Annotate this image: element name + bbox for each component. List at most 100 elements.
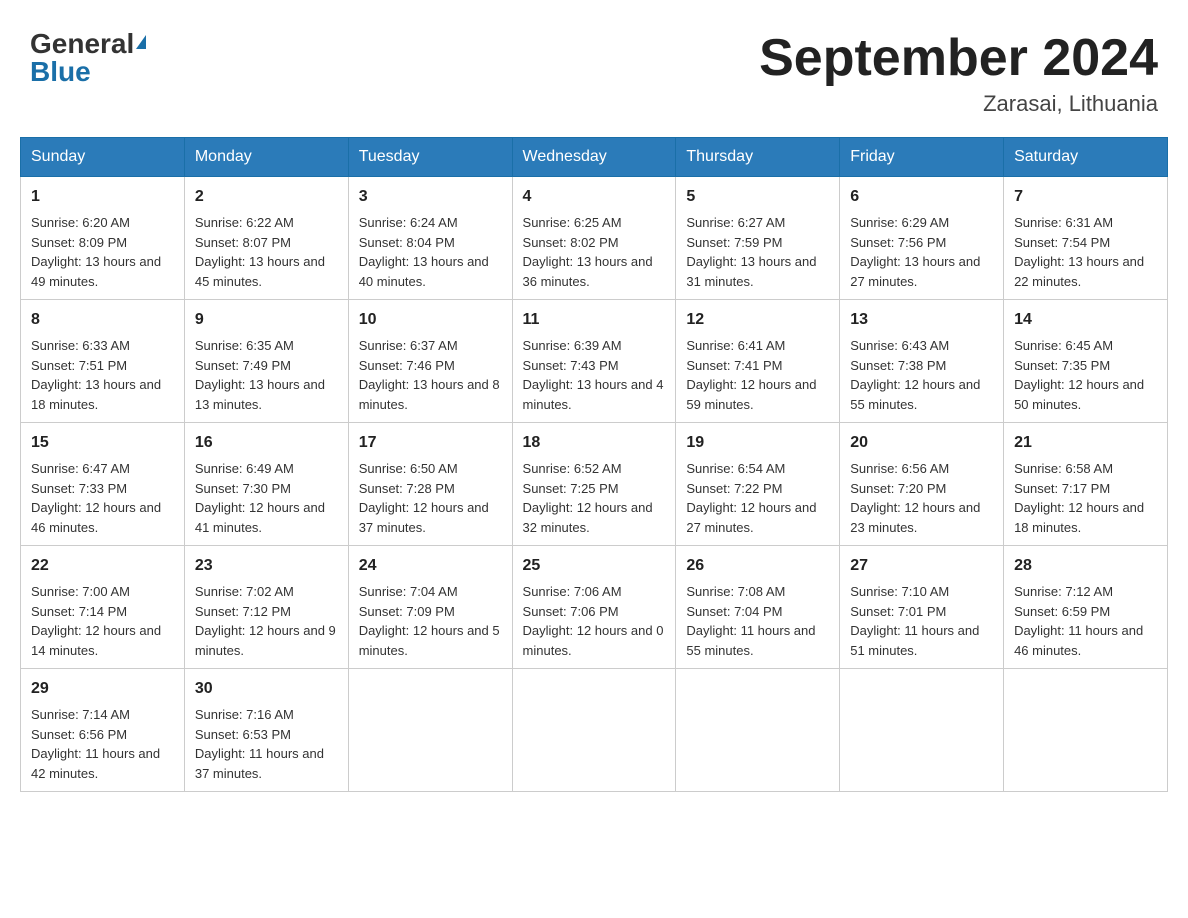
calendar-cell: 28 Sunrise: 7:12 AMSunset: 6:59 PMDayligh… xyxy=(1004,546,1168,669)
calendar-cell: 19 Sunrise: 6:54 AMSunset: 7:22 PMDayligh… xyxy=(676,423,840,546)
day-number: 4 xyxy=(523,185,666,209)
calendar-cell: 18Sunrise: 6:52 AMSunset: 7:25 PMDayligh… xyxy=(512,423,676,546)
day-number: 5 xyxy=(686,185,829,209)
day-number: 21 xyxy=(1014,431,1157,455)
day-number: 2 xyxy=(195,185,338,209)
weekday-header-friday: Friday xyxy=(840,138,1004,177)
calendar-cell: 20 Sunrise: 6:56 AMSunset: 7:20 PMDayligh… xyxy=(840,423,1004,546)
calendar-cell: 25Sunrise: 7:06 AMSunset: 7:06 PMDayligh… xyxy=(512,546,676,669)
calendar-cell: 15 Sunrise: 6:47 AMSunset: 7:33 PMDayligh… xyxy=(21,423,185,546)
cell-content: Sunrise: 6:45 AMSunset: 7:35 PMDaylight:… xyxy=(1014,336,1157,414)
cell-content: Sunrise: 7:04 AMSunset: 7:09 PMDaylight:… xyxy=(359,582,502,660)
calendar-cell: 16 Sunrise: 6:49 AMSunset: 7:30 PMDayligh… xyxy=(184,423,348,546)
day-number: 23 xyxy=(195,554,338,578)
day-number: 28 xyxy=(1014,554,1157,578)
weekday-header-sunday: Sunday xyxy=(21,138,185,177)
calendar-cell xyxy=(512,669,676,792)
calendar-cell xyxy=(1004,669,1168,792)
weekday-header-saturday: Saturday xyxy=(1004,138,1168,177)
calendar-cell: 4 Sunrise: 6:25 AMSunset: 8:02 PMDaylight… xyxy=(512,177,676,300)
logo-triangle-icon xyxy=(136,35,146,49)
day-number: 24 xyxy=(359,554,502,578)
cell-content: Sunrise: 6:25 AMSunset: 8:02 PMDaylight:… xyxy=(523,213,666,291)
day-number: 8 xyxy=(31,308,174,332)
calendar-cell: 1 Sunrise: 6:20 AMSunset: 8:09 PMDaylight… xyxy=(21,177,185,300)
cell-content: Sunrise: 6:52 AMSunset: 7:25 PMDaylight:… xyxy=(523,459,666,537)
calendar-cell: 7 Sunrise: 6:31 AMSunset: 7:54 PMDaylight… xyxy=(1004,177,1168,300)
cell-content: Sunrise: 6:50 AMSunset: 7:28 PMDaylight:… xyxy=(359,459,502,537)
cell-content: Sunrise: 6:41 AMSunset: 7:41 PMDaylight:… xyxy=(686,336,829,414)
cell-content: Sunrise: 6:37 AMSunset: 7:46 PMDaylight:… xyxy=(359,336,502,414)
day-number: 20 xyxy=(850,431,993,455)
day-number: 12 xyxy=(686,308,829,332)
day-number: 3 xyxy=(359,185,502,209)
logo: General Blue xyxy=(30,30,146,86)
day-number: 7 xyxy=(1014,185,1157,209)
calendar-cell: 22Sunrise: 7:00 AMSunset: 7:14 PMDayligh… xyxy=(21,546,185,669)
cell-content: Sunrise: 6:56 AMSunset: 7:20 PMDaylight:… xyxy=(850,459,993,537)
calendar-week-row: 8 Sunrise: 6:33 AMSunset: 7:51 PMDaylight… xyxy=(21,300,1168,423)
calendar-cell xyxy=(676,669,840,792)
logo-blue-text: Blue xyxy=(30,58,91,86)
day-number: 16 xyxy=(195,431,338,455)
cell-content: Sunrise: 6:39 AMSunset: 7:43 PMDaylight:… xyxy=(523,336,666,414)
calendar-cell: 11 Sunrise: 6:39 AMSunset: 7:43 PMDayligh… xyxy=(512,300,676,423)
day-number: 11 xyxy=(523,308,666,332)
calendar-cell: 30 Sunrise: 7:16 AMSunset: 6:53 PMDayligh… xyxy=(184,669,348,792)
cell-content: Sunrise: 6:29 AMSunset: 7:56 PMDaylight:… xyxy=(850,213,993,291)
day-number: 27 xyxy=(850,554,993,578)
cell-content: Sunrise: 6:31 AMSunset: 7:54 PMDaylight:… xyxy=(1014,213,1157,291)
calendar-cell xyxy=(348,669,512,792)
day-number: 13 xyxy=(850,308,993,332)
weekday-header-monday: Monday xyxy=(184,138,348,177)
calendar-cell: 21 Sunrise: 6:58 AMSunset: 7:17 PMDayligh… xyxy=(1004,423,1168,546)
day-number: 30 xyxy=(195,677,338,701)
cell-content: Sunrise: 6:22 AMSunset: 8:07 PMDaylight:… xyxy=(195,213,338,291)
calendar-cell: 2 Sunrise: 6:22 AMSunset: 8:07 PMDaylight… xyxy=(184,177,348,300)
day-number: 26 xyxy=(686,554,829,578)
cell-content: Sunrise: 6:43 AMSunset: 7:38 PMDaylight:… xyxy=(850,336,993,414)
calendar-cell xyxy=(840,669,1004,792)
calendar-week-row: 22Sunrise: 7:00 AMSunset: 7:14 PMDayligh… xyxy=(21,546,1168,669)
cell-content: Sunrise: 7:06 AMSunset: 7:06 PMDaylight:… xyxy=(523,582,666,660)
calendar-table: SundayMondayTuesdayWednesdayThursdayFrid… xyxy=(20,137,1168,792)
calendar-cell: 29 Sunrise: 7:14 AMSunset: 6:56 PMDayligh… xyxy=(21,669,185,792)
location: Zarasai, Lithuania xyxy=(759,91,1158,117)
calendar-cell: 9 Sunrise: 6:35 AMSunset: 7:49 PMDaylight… xyxy=(184,300,348,423)
day-number: 15 xyxy=(31,431,174,455)
cell-content: Sunrise: 6:58 AMSunset: 7:17 PMDaylight:… xyxy=(1014,459,1157,537)
day-number: 29 xyxy=(31,677,174,701)
cell-content: Sunrise: 7:14 AMSunset: 6:56 PMDaylight:… xyxy=(31,705,174,783)
cell-content: Sunrise: 7:12 AMSunset: 6:59 PMDaylight:… xyxy=(1014,582,1157,660)
day-number: 10 xyxy=(359,308,502,332)
calendar-cell: 27 Sunrise: 7:10 AMSunset: 7:01 PMDayligh… xyxy=(840,546,1004,669)
page-header: General Blue September 2024 Zarasai, Lit… xyxy=(20,20,1168,117)
day-number: 17 xyxy=(359,431,502,455)
day-number: 22 xyxy=(31,554,174,578)
calendar-cell: 17 Sunrise: 6:50 AMSunset: 7:28 PMDayligh… xyxy=(348,423,512,546)
weekday-header-row: SundayMondayTuesdayWednesdayThursdayFrid… xyxy=(21,138,1168,177)
cell-content: Sunrise: 6:35 AMSunset: 7:49 PMDaylight:… xyxy=(195,336,338,414)
calendar-week-row: 29 Sunrise: 7:14 AMSunset: 6:56 PMDayligh… xyxy=(21,669,1168,792)
cell-content: Sunrise: 7:10 AMSunset: 7:01 PMDaylight:… xyxy=(850,582,993,660)
day-number: 9 xyxy=(195,308,338,332)
day-number: 19 xyxy=(686,431,829,455)
cell-content: Sunrise: 6:47 AMSunset: 7:33 PMDaylight:… xyxy=(31,459,174,537)
calendar-cell: 14Sunrise: 6:45 AMSunset: 7:35 PMDayligh… xyxy=(1004,300,1168,423)
cell-content: Sunrise: 6:27 AMSunset: 7:59 PMDaylight:… xyxy=(686,213,829,291)
cell-content: Sunrise: 6:54 AMSunset: 7:22 PMDaylight:… xyxy=(686,459,829,537)
cell-content: Sunrise: 6:24 AMSunset: 8:04 PMDaylight:… xyxy=(359,213,502,291)
calendar-cell: 23 Sunrise: 7:02 AMSunset: 7:12 PMDayligh… xyxy=(184,546,348,669)
weekday-header-tuesday: Tuesday xyxy=(348,138,512,177)
day-number: 6 xyxy=(850,185,993,209)
cell-content: Sunrise: 7:02 AMSunset: 7:12 PMDaylight:… xyxy=(195,582,338,660)
calendar-cell: 3 Sunrise: 6:24 AMSunset: 8:04 PMDaylight… xyxy=(348,177,512,300)
cell-content: Sunrise: 7:08 AMSunset: 7:04 PMDaylight:… xyxy=(686,582,829,660)
cell-content: Sunrise: 6:33 AMSunset: 7:51 PMDaylight:… xyxy=(31,336,174,414)
calendar-cell: 13 Sunrise: 6:43 AMSunset: 7:38 PMDayligh… xyxy=(840,300,1004,423)
logo-general-text: General xyxy=(30,30,134,58)
cell-content: Sunrise: 6:49 AMSunset: 7:30 PMDaylight:… xyxy=(195,459,338,537)
day-number: 1 xyxy=(31,185,174,209)
cell-content: Sunrise: 6:20 AMSunset: 8:09 PMDaylight:… xyxy=(31,213,174,291)
cell-content: Sunrise: 7:16 AMSunset: 6:53 PMDaylight:… xyxy=(195,705,338,783)
